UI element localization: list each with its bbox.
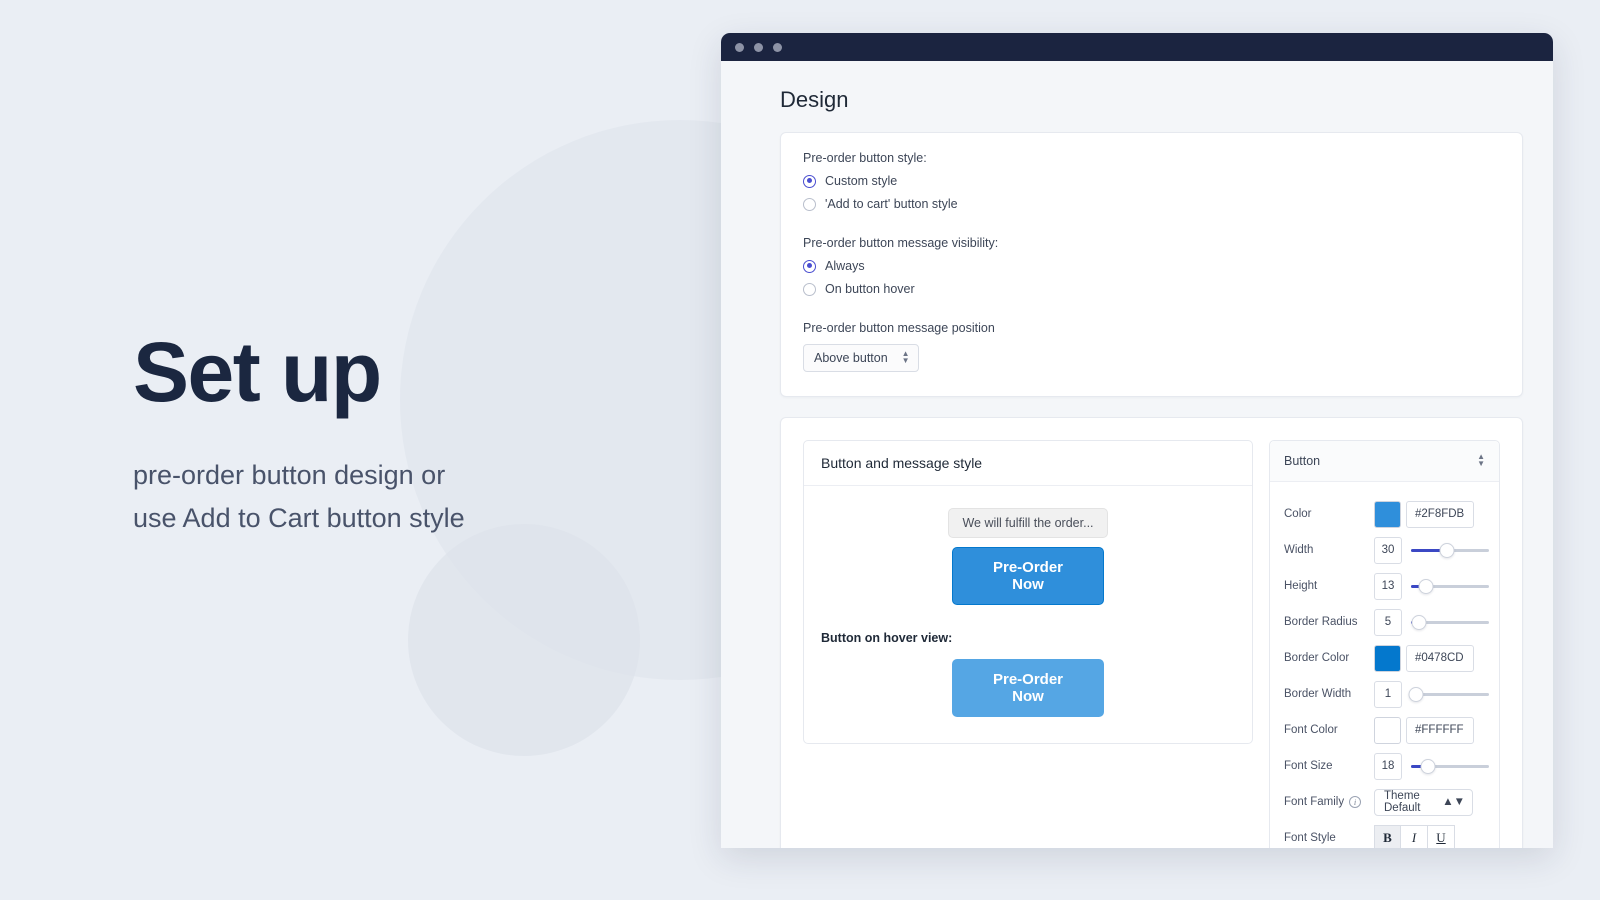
style-label-border-color: Border Color (1284, 652, 1350, 664)
radio-icon-on-button-hover[interactable] (803, 282, 816, 296)
chevron-updown-icon: ▲▼ (1477, 452, 1485, 468)
preview-default-view: We will fulfill the order... Pre-Order N… (821, 508, 1235, 605)
slider-knob[interactable] (1411, 614, 1427, 630)
style-row-font-style: Font Style B I U (1270, 820, 1499, 848)
hero-subtitle-line-2: use Add to Cart button style (133, 502, 465, 533)
window-titlebar (721, 33, 1553, 61)
style-row-width: Width 30 (1270, 532, 1499, 568)
hero-title: Set up (133, 325, 382, 419)
message-position-label: Pre-order button message position (803, 321, 995, 335)
font-color-hex-input[interactable]: #FFFFFF (1406, 716, 1474, 744)
hero-subtitle: pre-order button design or use Add to Ca… (133, 454, 693, 539)
height-number-input[interactable]: 13 (1374, 572, 1402, 600)
preorder-style-label: Pre-order button style: (803, 151, 927, 165)
style-row-border-color: Border Color #0478CD (1270, 640, 1499, 676)
font-family-value: Theme Default (1384, 790, 1421, 814)
button-message-style-panel: Button and message style We will fulfill… (803, 440, 1253, 744)
message-position-select[interactable]: Above button ▲ ▼ (803, 344, 919, 372)
style-label-height: Height (1284, 580, 1318, 592)
radio-option-custom-style[interactable]: Custom style (803, 174, 1500, 188)
radio-label-always: Always (825, 259, 865, 273)
italic-button[interactable]: I (1401, 824, 1428, 848)
border-width-slider[interactable] (1408, 686, 1489, 702)
preview-panel-heading: Button and message style (804, 441, 1252, 486)
slider-knob[interactable] (1408, 686, 1424, 702)
border-color-hex-input[interactable]: #0478CD (1406, 644, 1474, 672)
message-position-value: Above button (814, 351, 888, 365)
radio-label-add-to-cart-style: 'Add to cart' button style (825, 197, 958, 211)
style-row-border-width: Border Width 1 (1270, 676, 1499, 712)
font-family-select[interactable]: Theme Default ▲▼ (1374, 788, 1473, 816)
message-visibility-label: Pre-order button message visibility: (803, 236, 999, 250)
font-color-swatch-button[interactable] (1374, 716, 1401, 744)
radio-label-custom-style: Custom style (825, 174, 898, 188)
style-label-font-style: Font Style (1284, 832, 1336, 844)
preview-panel-body: We will fulfill the order... Pre-Order N… (804, 486, 1252, 743)
hover-view-label: Button on hover view: (821, 631, 953, 645)
slider-knob[interactable] (1439, 542, 1455, 558)
design-preview-card: Button and message style We will fulfill… (780, 417, 1523, 848)
style-label-color: Color (1284, 508, 1312, 520)
hero-text-block: Set up pre-order button design or use Ad… (133, 330, 693, 539)
radio-option-always[interactable]: Always (803, 259, 1500, 273)
style-label-font-size: Font Size (1284, 760, 1333, 772)
style-row-font-size: Font Size 18 (1270, 748, 1499, 784)
browser-window: Design Pre-order button style: Custom st… (721, 33, 1553, 848)
window-minimize-dot[interactable] (754, 42, 763, 52)
radio-option-add-to-cart-style[interactable]: 'Add to cart' button style (803, 197, 1500, 211)
style-label-width: Width (1284, 544, 1314, 556)
window-close-dot[interactable] (735, 42, 744, 52)
style-editor-rows: Color #2F8FDB Width 30 Height 13 Border … (1270, 482, 1499, 848)
style-editor-header[interactable]: Button ▲ ▼ (1270, 441, 1499, 482)
underline-button[interactable]: U (1428, 824, 1455, 848)
window-viewport: Design Pre-order button style: Custom st… (721, 61, 1553, 848)
radio-icon-custom-style[interactable] (803, 174, 816, 188)
window-maximize-dot[interactable] (773, 42, 782, 52)
button-style-editor-panel: Button ▲ ▼ Color #2F8FDB Width 30 Height… (1269, 440, 1500, 848)
height-slider[interactable] (1411, 578, 1489, 594)
style-label-font-color: Font Color (1284, 724, 1338, 736)
width-number-input[interactable]: 30 (1374, 536, 1402, 564)
preorder-message-bubble: We will fulfill the order... (948, 508, 1108, 538)
style-row-height: Height 13 (1270, 568, 1499, 604)
preorder-button-preview[interactable]: Pre-Order Now (952, 547, 1104, 605)
style-row-color: Color #2F8FDB (1270, 496, 1499, 532)
bold-button[interactable]: B (1374, 824, 1401, 848)
slider-knob[interactable] (1420, 758, 1436, 774)
style-row-font-color: Font Color #FFFFFF (1270, 712, 1499, 748)
preorder-button-hover-preview[interactable]: Pre-Order Now (952, 659, 1104, 717)
chevron-updown-icon: ▲▼ (1442, 796, 1465, 808)
font-size-number-input[interactable]: 18 (1374, 752, 1402, 780)
border-color-swatch-button[interactable] (1374, 644, 1401, 672)
hero-subtitle-line-1: pre-order button design or (133, 460, 446, 490)
radio-icon-add-to-cart-style[interactable] (803, 197, 816, 211)
radio-option-on-button-hover[interactable]: On button hover (803, 282, 1500, 296)
style-label-border-width: Border Width (1284, 688, 1352, 700)
border-radius-number-input[interactable]: 5 (1374, 608, 1402, 636)
info-icon[interactable]: i (1349, 796, 1362, 808)
style-row-border-radius: Border Radius 5 (1270, 604, 1499, 640)
font-family-label-text: Font Family (1284, 796, 1345, 808)
border-width-number-input[interactable]: 1 (1374, 680, 1402, 708)
background-circle-small (408, 524, 640, 756)
style-label-border-radius: Border Radius (1284, 616, 1358, 628)
page-title: Design (780, 87, 849, 112)
width-slider[interactable] (1411, 542, 1489, 558)
style-row-font-family: Font Family i Theme Default ▲▼ (1270, 784, 1499, 820)
chevron-updown-icon: ▲▼ (901, 349, 910, 365)
style-editor-title: Button (1284, 454, 1321, 468)
color-swatch-button[interactable] (1374, 500, 1401, 528)
color-hex-input[interactable]: #2F8FDB (1406, 500, 1474, 528)
radio-label-on-button-hover: On button hover (825, 282, 915, 296)
radio-icon-always[interactable] (803, 259, 816, 273)
slider-knob[interactable] (1418, 578, 1434, 594)
font-size-slider[interactable] (1411, 758, 1489, 774)
font-style-button-group: B I U (1374, 824, 1455, 848)
preview-hover-view: Pre-Order Now (821, 659, 1235, 717)
style-label-font-family: Font Family i (1284, 796, 1374, 808)
button-options-card: Pre-order button style: Custom style 'Ad… (780, 132, 1523, 397)
border-radius-slider[interactable] (1411, 614, 1489, 630)
